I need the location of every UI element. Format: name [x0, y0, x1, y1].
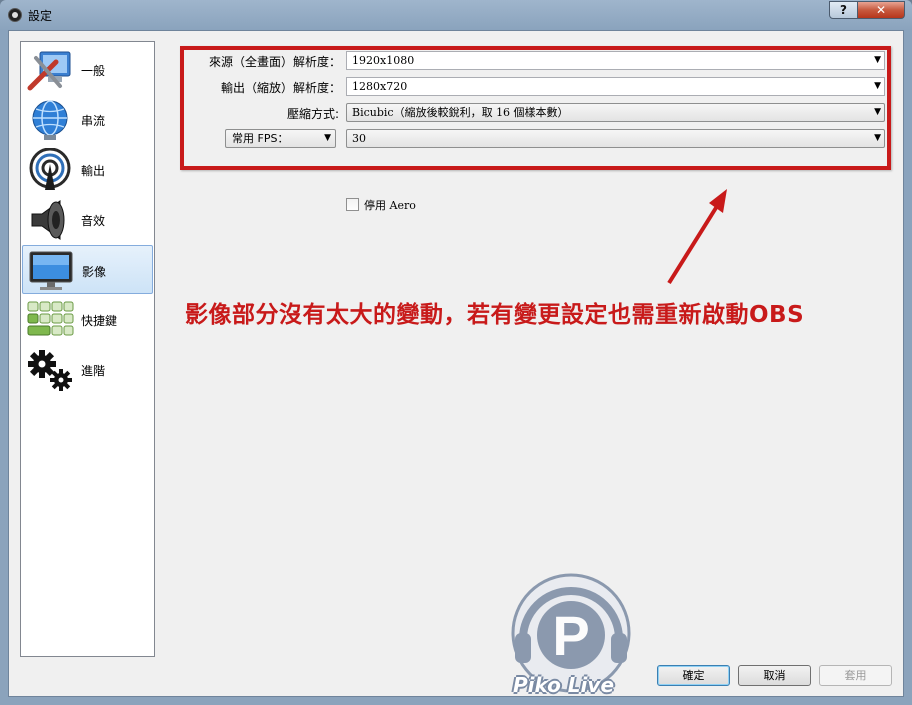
sidebar-item-output[interactable]: 輸出: [22, 145, 153, 194]
sidebar-item-label: 串流: [81, 114, 106, 128]
settings-client-area: 一般 串流 輸出 音效 影像 快捷鍵 進階 來源（全畫面）解析度： 1920x1…: [8, 30, 904, 697]
sidebar-item-label: 進階: [81, 364, 106, 378]
annotation-text: 影像部分沒有太大的變動，若有變更設定也需重新啟動OBS: [185, 302, 805, 328]
sidebar-item-label: 快捷鍵: [81, 314, 118, 328]
ok-button[interactable]: 確定: [657, 665, 730, 686]
title-bar[interactable]: 設定 ? ✕: [0, 0, 912, 30]
sidebar-item-audio[interactable]: 音效: [22, 195, 153, 244]
obs-app-icon: [8, 8, 22, 22]
annotation-highlight-box: [180, 46, 891, 170]
disable-aero-checkbox[interactable]: [346, 198, 359, 211]
apply-button[interactable]: 套用: [819, 665, 892, 686]
close-button[interactable]: ✕: [857, 1, 905, 19]
watermark-text: Piko Live: [513, 673, 615, 697]
sidebar-item-label: 音效: [81, 214, 106, 228]
sidebar-item-label: 輸出: [81, 164, 106, 178]
sidebar-item-label: 一般: [81, 64, 106, 78]
disable-aero-label[interactable]: 停用 Aero: [364, 197, 416, 213]
sidebar-item-advanced[interactable]: 進階: [22, 345, 153, 394]
cancel-button[interactable]: 取消: [738, 665, 811, 686]
sidebar-item-label: 影像: [82, 265, 107, 279]
monitor-icon: [29, 251, 73, 290]
sidebar-item-general[interactable]: 一般: [22, 45, 153, 94]
sidebar-item-video[interactable]: 影像: [22, 245, 153, 294]
window-title: 設定: [28, 9, 53, 23]
sidebar-item-stream[interactable]: 串流: [22, 95, 153, 144]
output-broadcast-icon: [29, 148, 71, 190]
general-icon: [27, 51, 71, 91]
gears-icon: [28, 350, 72, 391]
help-button[interactable]: ?: [829, 1, 858, 19]
watermark-letter: P: [552, 604, 589, 667]
hotkeys-icon: [27, 301, 74, 336]
settings-category-list[interactable]: 一般 串流 輸出 音效 影像 快捷鍵 進階: [20, 41, 155, 657]
settings-window: 設定 ? ✕ 一般 串流 輸出 音效 影像 快捷鍵 進階 來源（全畫面）解析度：…: [0, 0, 912, 705]
annotation-arrow: [667, 189, 727, 285]
sidebar-item-hotkeys[interactable]: 快捷鍵: [22, 295, 153, 344]
speaker-icon: [31, 200, 65, 240]
stream-globe-icon: [32, 100, 68, 140]
